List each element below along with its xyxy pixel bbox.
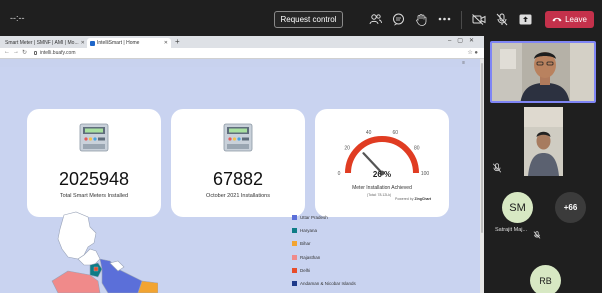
participant-name: Satrajit Maj... (495, 227, 528, 233)
more-icon[interactable] (437, 12, 451, 26)
gauge-track (345, 136, 419, 174)
participant-video-tile[interactable] (524, 107, 563, 176)
legend-label: Delhi (300, 267, 311, 273)
menu-icon[interactable]: ≡ (462, 60, 466, 66)
react-icon[interactable] (414, 12, 428, 26)
phone-icon (552, 15, 562, 24)
people-icon[interactable] (368, 12, 382, 26)
gauge-tick-label: 20 (344, 146, 350, 152)
legend-item[interactable]: Bihar (292, 237, 356, 250)
stat-card-total: 2025948 Total Smart Meters Installed (27, 109, 161, 217)
legend-item[interactable]: Delhi (292, 264, 356, 277)
stat-card-monthly: 67882 October 2021 Installations (171, 109, 305, 217)
more-participants-button[interactable]: +66 (555, 192, 586, 223)
participant-avatar-sm[interactable]: SM (502, 192, 533, 223)
monthly-installations-value: 67882 (212, 169, 264, 189)
legend-item[interactable]: Rajasthan (292, 251, 356, 264)
credit-prefix: Powered by (395, 197, 414, 201)
gauge-subtitle: (Total: 78.12Lk) (367, 193, 392, 197)
legend-swatch (292, 241, 297, 247)
legend-swatch (292, 215, 297, 221)
gauge-tick-label: 80 (414, 146, 420, 152)
map-legend: Uttar Pradesh Haryana Bihar Rajasthan Delhi A… (292, 211, 356, 290)
toolbar-divider (461, 11, 462, 29)
legend-item[interactable]: Uttar Pradesh (292, 211, 356, 224)
participant-avatar-rb[interactable]: RB (530, 265, 561, 293)
new-tab-icon[interactable]: + (175, 37, 180, 46)
gauge-percent: 26 % (372, 170, 392, 179)
tab-title: IntelliSmart | Home (97, 40, 140, 46)
legend-label: Uttar Pradesh (300, 215, 328, 221)
browser-tab[interactable]: Smart Meter | SMNF | AMI | Mo... ✕ (0, 38, 86, 48)
reload-icon[interactable]: ↻ (22, 49, 27, 56)
page-header: ≡ (0, 59, 480, 67)
favicon-icon (90, 40, 95, 46)
share-icon[interactable] (518, 12, 532, 26)
meeting-timer: --:-- (10, 13, 25, 23)
smart-meter-icon (223, 123, 253, 152)
mic-off-icon (533, 226, 541, 239)
browser-tabstrip: Smart Meter | SMNF | AMI | Mo... ✕ Intel… (0, 36, 484, 48)
smart-meter-icon (79, 123, 109, 152)
gauge-credit: Powered by ZingChart (395, 197, 431, 201)
request-control-button[interactable]: Request control (274, 11, 343, 28)
shared-screen: Smart Meter | SMNF | AMI | Mo... ✕ Intel… (0, 36, 484, 293)
window-controls[interactable]: –▢✕ (448, 37, 480, 44)
meeting-toolbar: --:-- Request control Leave (0, 0, 602, 36)
legend-swatch (292, 267, 297, 273)
gauge-tick-label: 40 (366, 130, 372, 136)
leave-button[interactable]: Leave (545, 11, 594, 28)
mic-off-icon[interactable] (495, 12, 509, 26)
gauge-card: 0 20 40 60 80 100 26 % Meter Installation Ach… (315, 109, 449, 217)
gauge-title: Meter Installation Achieved (352, 185, 412, 191)
dashboard-page: ≡ 2025948 Total Smart Meters Installed 6… (0, 59, 480, 293)
profile-icon[interactable]: ☆ ● (467, 49, 478, 56)
participant-video-image (524, 107, 563, 176)
mic-off-icon (492, 160, 502, 173)
leave-label: Leave (565, 15, 587, 24)
legend-item[interactable]: Andaman & Nicobar Islands (292, 277, 356, 290)
browser-tab-active[interactable]: IntelliSmart | Home ✕ (87, 38, 171, 48)
camera-off-icon[interactable] (472, 12, 486, 26)
chat-icon[interactable] (391, 12, 405, 26)
legend-label: Haryana (300, 228, 318, 234)
forward-icon[interactable]: → (13, 49, 19, 55)
legend-swatch (292, 254, 297, 260)
india-state-map (51, 211, 158, 293)
tab-title: Smart Meter | SMNF | AMI | Mo... (5, 40, 79, 46)
legend-swatch (292, 281, 297, 287)
total-meters-caption: Total Smart Meters Installed (59, 193, 129, 199)
participant-video-image (492, 43, 594, 101)
legend-swatch (292, 228, 297, 234)
legend-label: Bihar (300, 241, 311, 247)
legend-label: Rajasthan (300, 254, 321, 260)
total-meters-value: 2025948 (58, 169, 130, 189)
close-tab-icon[interactable]: ✕ (164, 40, 168, 46)
scrollbar-thumb[interactable] (481, 63, 483, 233)
participant-video-active-speaker[interactable] (490, 41, 596, 103)
lock-icon (34, 51, 37, 55)
gauge-tick-label: 60 (393, 130, 399, 136)
legend-item[interactable]: Haryana (292, 224, 356, 237)
monthly-installations-caption: October 2021 Installations (206, 193, 270, 199)
url-field[interactable]: intelli.buafy.com (40, 50, 75, 56)
address-bar: ← → ↻ intelli.buafy.com ☆ ● (0, 48, 484, 59)
legend-label: Andaman & Nicobar Islands (300, 281, 356, 287)
credit-brand[interactable]: ZingChart (414, 197, 431, 201)
back-icon[interactable]: ← (4, 49, 10, 55)
map-region-delhi[interactable] (93, 266, 99, 272)
close-tab-icon[interactable]: ✕ (81, 40, 85, 46)
